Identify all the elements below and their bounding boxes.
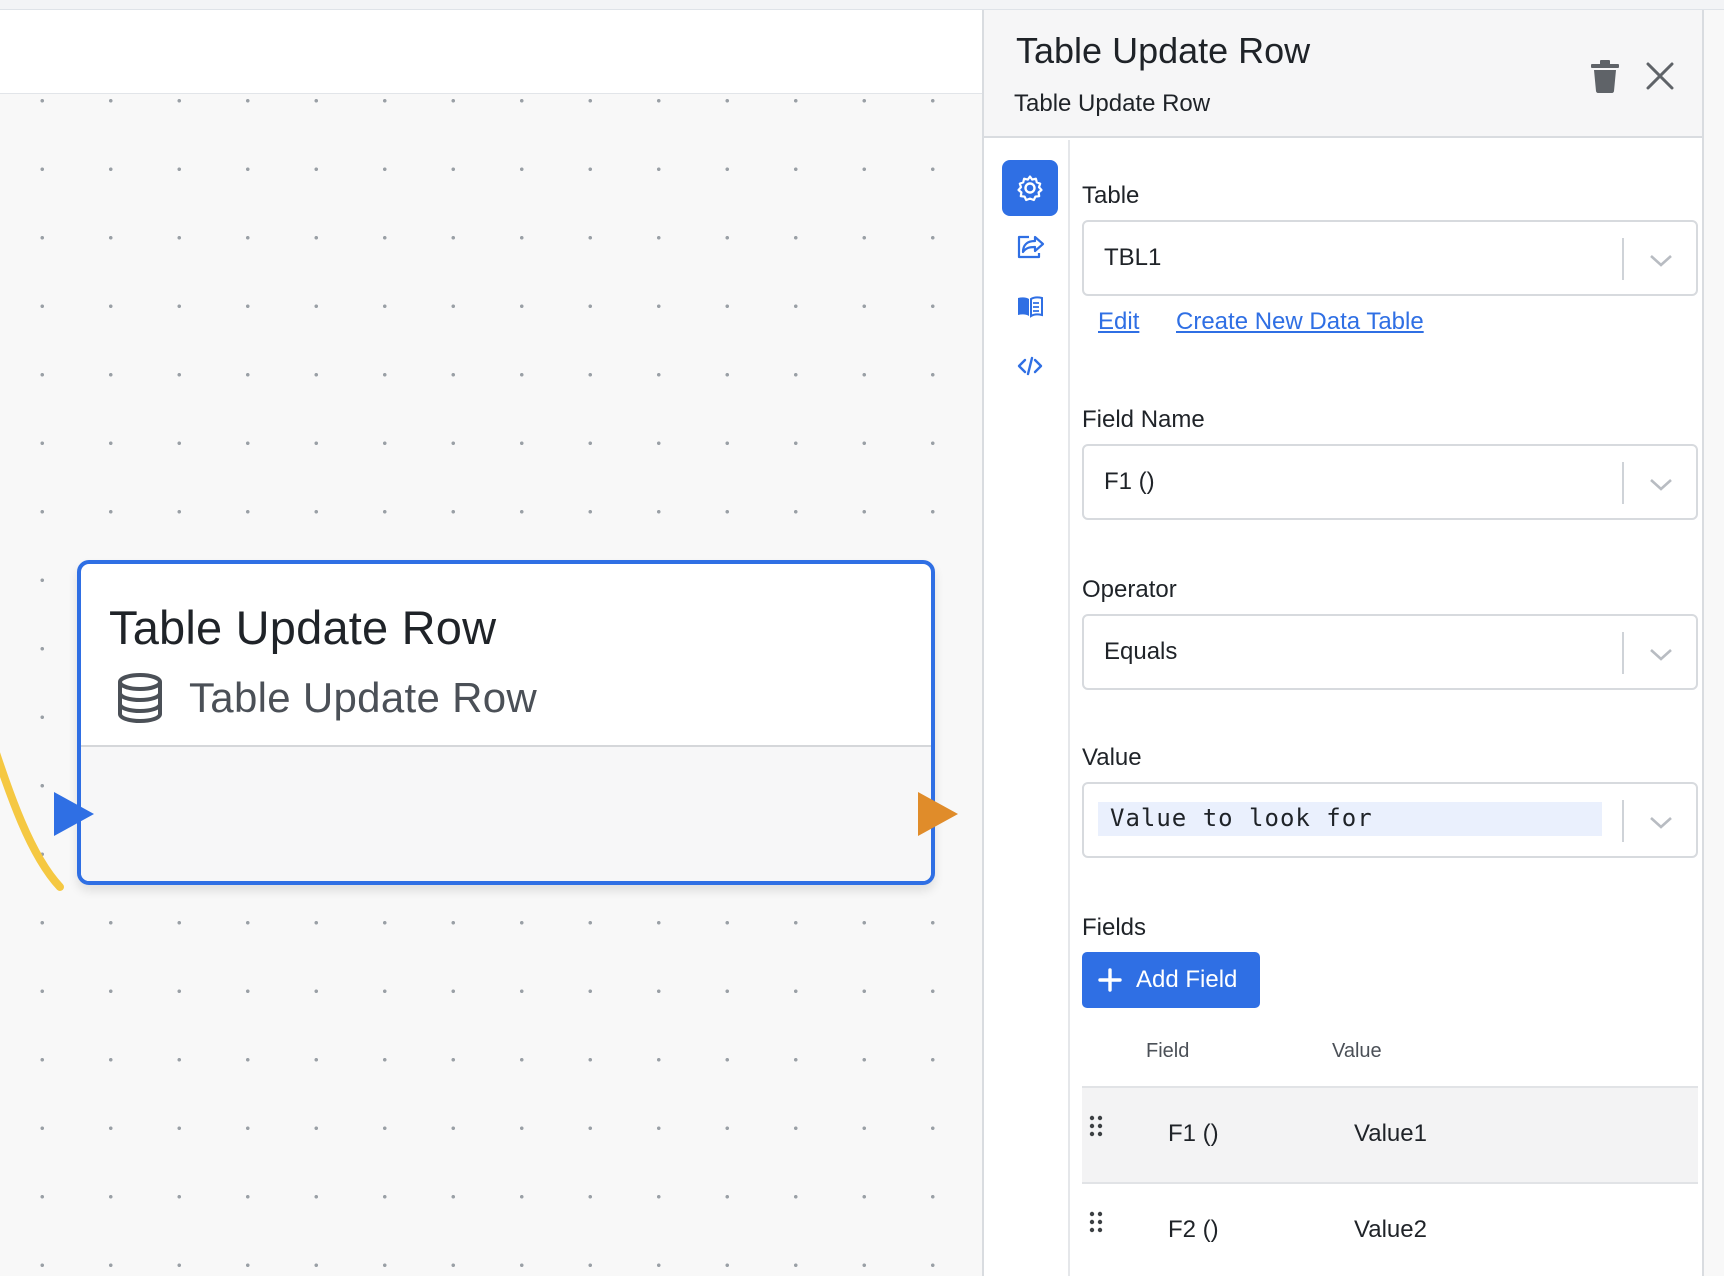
table-label: Table (1082, 182, 1140, 209)
fields-label: Fields (1082, 914, 1147, 941)
plus-icon (1098, 968, 1122, 992)
operator-value: Equals (1104, 638, 1178, 665)
row-value: Value1 (1354, 1120, 1427, 1147)
table-row[interactable]: F2 () Value2 (1082, 1184, 1698, 1276)
create-table-link[interactable]: Create New Data Table (1176, 308, 1424, 336)
tab-settings[interactable] (1002, 160, 1058, 216)
table-select[interactable]: TBL1 (1082, 220, 1698, 296)
fields-table: Field Value F1 () Value1 F2 () Value2 (1082, 1024, 1698, 1276)
select-separator (1622, 462, 1624, 504)
gear-icon (1017, 175, 1043, 202)
tab-share[interactable] (1002, 218, 1058, 274)
node-header: Table Update Row Table Update Row (81, 564, 931, 747)
input-port[interactable] (54, 792, 94, 836)
column-header-value: Value (1332, 1040, 1382, 1062)
value-label: Value (1082, 744, 1142, 771)
value-expression[interactable]: Value to look for (1098, 802, 1602, 836)
top-strip (0, 0, 1724, 10)
panel-subtitle: Table Update Row (1014, 90, 1211, 117)
close-icon[interactable] (1642, 58, 1678, 94)
column-header-field: Field (1146, 1040, 1190, 1062)
chevron-down-icon (1650, 255, 1672, 267)
database-icon (118, 673, 162, 724)
workflow-node[interactable]: Table Update Row Table Update Row (77, 560, 935, 885)
chevron-down-icon (1650, 649, 1672, 661)
side-tabs (984, 140, 1070, 1276)
panel-header: Table Update Row Table Update Row (984, 10, 1702, 138)
output-port[interactable] (918, 792, 958, 836)
select-separator (1622, 800, 1624, 842)
add-field-label: Add Field (1136, 966, 1238, 993)
node-subtitle-row: Table Update Row (109, 671, 931, 725)
value-input[interactable]: Value to look for (1082, 782, 1698, 858)
table-row[interactable]: F1 () Value1 (1082, 1088, 1698, 1184)
share-icon (1017, 235, 1045, 259)
chevron-down-icon (1650, 817, 1672, 829)
field-name-label: Field Name (1082, 406, 1205, 433)
trash-icon[interactable] (1588, 58, 1622, 94)
drag-handle-icon[interactable] (1088, 1210, 1104, 1234)
drag-handle-icon[interactable] (1088, 1114, 1104, 1138)
book-icon (1018, 296, 1043, 318)
add-field-button[interactable]: Add Field (1082, 952, 1260, 1008)
tab-docs[interactable] (1002, 278, 1058, 334)
row-field: F1 () (1168, 1120, 1219, 1147)
table-header: Field Value (1082, 1024, 1698, 1088)
table-select-value: TBL1 (1104, 244, 1162, 271)
select-separator (1622, 632, 1624, 674)
chevron-down-icon (1650, 479, 1672, 491)
node-title: Table Update Row (109, 601, 497, 654)
row-field: F2 () (1168, 1216, 1219, 1243)
node-body (81, 747, 931, 881)
code-icon (1017, 356, 1043, 376)
properties-panel: Table Update Row Table Update Row Table … (982, 10, 1704, 1276)
field-name-select[interactable]: F1 () (1082, 444, 1698, 520)
node-subtitle: Table Update Row (189, 674, 537, 721)
row-value: Value2 (1354, 1216, 1427, 1243)
operator-select[interactable]: Equals (1082, 614, 1698, 690)
field-name-value: F1 () (1104, 468, 1155, 495)
select-separator (1622, 238, 1624, 280)
edit-table-link[interactable]: Edit (1098, 308, 1139, 336)
operator-label: Operator (1082, 576, 1177, 603)
canvas-toolbar (0, 10, 982, 94)
tab-code[interactable] (1002, 338, 1058, 394)
